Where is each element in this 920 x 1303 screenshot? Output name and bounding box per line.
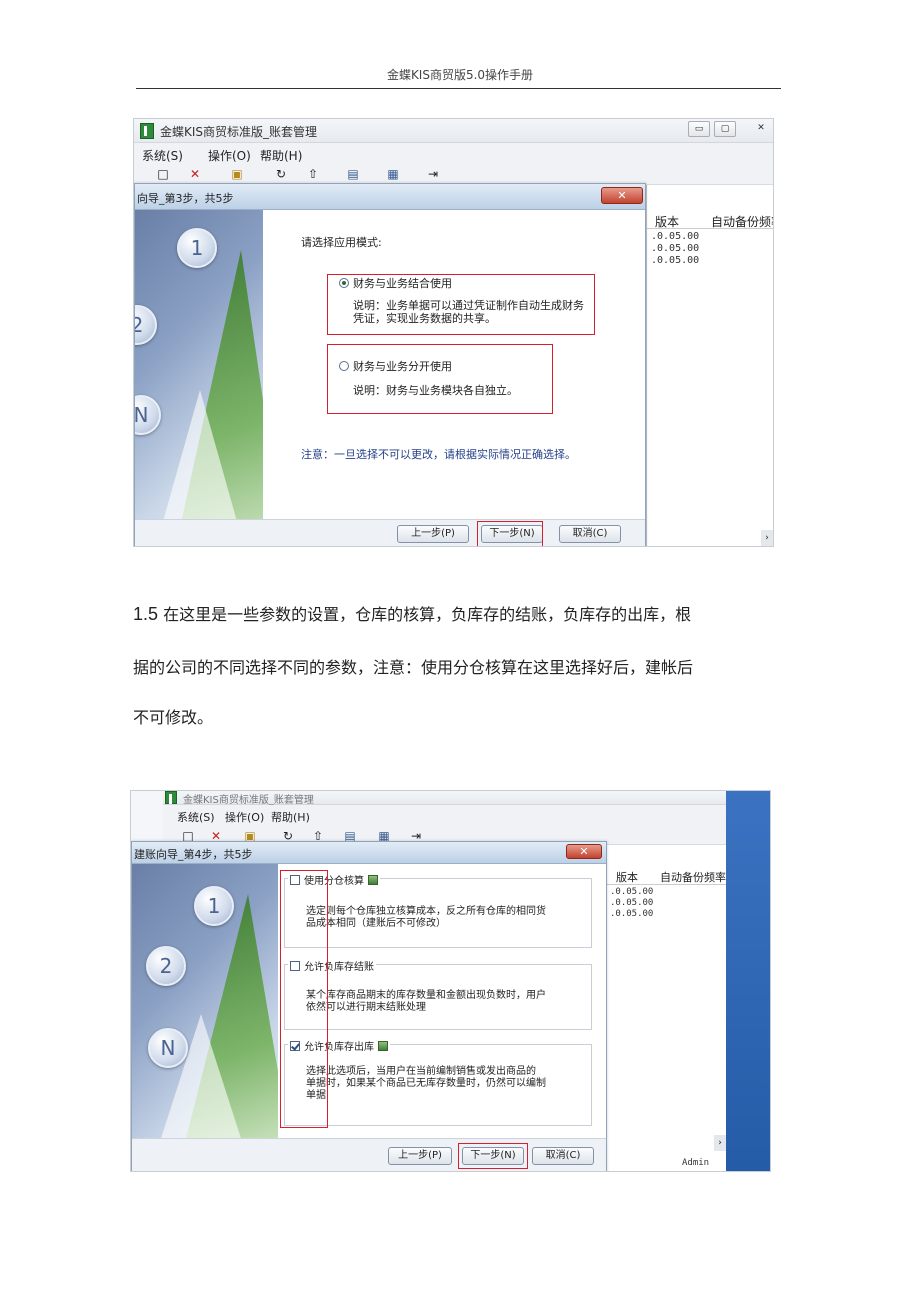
app-titlebar: 金蝶KIS商贸标准版_账套管理 ▭ ▢ ✕ <box>134 119 773 143</box>
menu-help[interactable]: 帮助(H) <box>271 809 310 825</box>
kingdee-logo-icon <box>140 123 154 139</box>
wizard-dialog: 向导_第3步，共5步 ✕ 1 2 N 请选择应用模式: 财务与业务结合使用 说明… <box>134 183 646 546</box>
delete-icon[interactable]: ✕ <box>188 167 202 181</box>
desktop-edge <box>131 791 163 845</box>
paragraph-line2: 据的公司的不同选择不同的参数，注意：使用分仓核算在这里选择好后，建帐后 <box>133 658 694 677</box>
highlight-option2 <box>327 344 553 414</box>
dialog-footer: 上一步(P) 下一步(N) 取消(C) <box>132 1138 606 1171</box>
list-header: 版本 自动备份频率 <box>606 869 726 885</box>
list-row[interactable]: .0.05.00 <box>651 255 699 266</box>
option-separate-label: 财务与业务分开使用 <box>353 360 452 373</box>
app-titlebar: 金蝶KIS商贸标准版_账套管理 <box>131 791 770 806</box>
backup-icon[interactable]: ▤ <box>346 167 360 181</box>
dialog-close-button[interactable]: ✕ <box>566 844 602 859</box>
highlight-next <box>477 521 543 546</box>
wizard-dialog: 建账向导_第4步，共5步 ✕ 1 2 N 使用分仓核算 选定则每个仓库独立核算成… <box>131 841 607 1171</box>
exit-icon[interactable]: ⇥ <box>426 167 440 181</box>
kingdee-logo-icon <box>165 791 177 804</box>
section-number: 1.5 <box>133 604 159 624</box>
scroll-right-icon[interactable]: › <box>761 530 773 546</box>
step-2-icon: 2 <box>146 946 186 986</box>
minimize-button[interactable]: ▭ <box>688 121 710 137</box>
app-title: 金蝶KIS商贸标准版_账套管理 <box>160 125 318 139</box>
close-button[interactable]: ✕ <box>750 121 772 137</box>
screenshot-step3: 金蝶KIS商贸标准版_账套管理 ▭ ▢ ✕ 系统(S) 操作(O) 帮助(H) … <box>133 118 774 547</box>
dialog-title: 向导_第3步，共5步 <box>137 192 234 205</box>
wizard-side-banner: 1 2 N <box>132 864 278 1144</box>
dialog-title: 建账向导_第4步，共5步 <box>134 848 253 861</box>
status-user: Admin <box>682 1158 710 1168</box>
highlight-next <box>458 1143 528 1169</box>
menu-bar: 系统(S) 操作(O) 帮助(H) <box>134 143 773 165</box>
step-2-icon: 2 <box>135 305 157 345</box>
maximize-button[interactable]: ▢ <box>714 121 736 137</box>
radio-separate[interactable] <box>339 361 349 371</box>
step-1-icon: 1 <box>177 228 217 268</box>
menu-system[interactable]: 系统(S) <box>177 809 215 825</box>
scroll-right-icon[interactable]: › <box>714 1135 726 1151</box>
new-icon[interactable]: □ <box>156 167 170 181</box>
column-version[interactable]: 版本 <box>655 213 679 230</box>
list-row[interactable]: .0.05.00 <box>610 887 653 897</box>
list-row[interactable]: .0.05.00 <box>651 231 699 242</box>
paragraph-text1: 在这里是一些参数的设置，仓库的核算，负库存的结账，负库存的出库，根 <box>163 605 692 624</box>
prev-button[interactable]: 上一步(P) <box>397 525 469 543</box>
list-row[interactable]: .0.05.00 <box>651 243 699 254</box>
dialog-titlebar: 向导_第3步，共5步 ✕ <box>135 184 645 210</box>
list-header: 版本 自动备份频率 <box>647 213 773 229</box>
highlight-checkboxes <box>280 870 328 1128</box>
info-icon <box>368 875 378 885</box>
app-title: 金蝶KIS商贸标准版_账套管理 <box>183 795 314 806</box>
option-integrated-desc2: 凭证，实现业务数据的共享。 <box>353 312 496 325</box>
document-header: 金蝶KIS商贸版5.0操作手册 <box>386 68 534 82</box>
cancel-button[interactable]: 取消(C) <box>532 1147 594 1165</box>
negative-outbound-desc2: 单据时，如果某个商品已无库存数量时，仍然可以编制 <box>306 1078 546 1089</box>
column-auto-backup[interactable]: 自动备份频率 <box>660 869 726 885</box>
menu-operation[interactable]: 操作(O) <box>225 809 264 825</box>
option-integrated[interactable]: 财务与业务结合使用 <box>339 275 452 291</box>
menu-help[interactable]: 帮助(H) <box>260 147 302 164</box>
desktop-background <box>726 791 770 1171</box>
paragraph-line1: 1.5 在这里是一些参数的设置，仓库的核算，负库存的结账，负库存的出库，根 <box>133 601 778 625</box>
screenshot-step4: 金蝶KIS商贸标准版_账套管理 系统(S) 操作(O) 帮助(H) □ ✕ ▣ … <box>130 790 771 1172</box>
restore-icon[interactable]: ▦ <box>386 167 400 181</box>
menu-operation[interactable]: 操作(O) <box>208 147 251 164</box>
toolbar: □ ✕ ▣ ↻ ⇧ ▤ ▦ ⇥ <box>134 165 773 185</box>
open-icon[interactable]: ▣ <box>230 167 244 181</box>
option-integrated-label: 财务与业务结合使用 <box>353 277 452 290</box>
mode-note: 注意：一旦选择不可以更改，请根据实际情况正确选择。 <box>301 448 576 461</box>
option-separate-desc: 说明：财务与业务模块各自独立。 <box>353 384 518 397</box>
header-rule <box>136 88 781 89</box>
list-row[interactable]: .0.05.00 <box>610 909 653 919</box>
up-icon[interactable]: ⇧ <box>306 167 320 181</box>
cancel-button[interactable]: 取消(C) <box>559 525 621 543</box>
account-list-panel: 版本 自动备份频率 .0.05.00 .0.05.00 .0.05.00 › <box>646 185 773 546</box>
info-icon <box>378 1041 388 1051</box>
prev-button[interactable]: 上一步(P) <box>388 1147 452 1165</box>
mode-prompt: 请选择应用模式: <box>301 236 382 249</box>
paragraph-line3: 不可修改。 <box>133 708 214 727</box>
radio-integrated[interactable] <box>339 278 349 288</box>
step-1-icon: 1 <box>194 886 234 926</box>
dialog-footer: 上一步(P) 下一步(N) 取消(C) <box>135 519 645 546</box>
column-auto-backup[interactable]: 自动备份频率 <box>711 213 773 230</box>
refresh-icon[interactable]: ↻ <box>274 167 288 181</box>
step-n-icon: N <box>148 1028 188 1068</box>
column-version[interactable]: 版本 <box>616 869 638 885</box>
option-separate[interactable]: 财务与业务分开使用 <box>339 358 452 374</box>
list-row[interactable]: .0.05.00 <box>610 898 653 908</box>
menu-bar: 系统(S) 操作(O) 帮助(H) <box>131 805 770 827</box>
dialog-titlebar: 建账向导_第4步，共5步 ✕ <box>132 842 606 864</box>
step-n-icon: N <box>135 395 161 435</box>
menu-system[interactable]: 系统(S) <box>142 147 183 164</box>
dialog-close-button[interactable]: ✕ <box>601 187 643 204</box>
account-list-panel: 版本 自动备份频率 .0.05.00 .0.05.00 .0.05.00 › A… <box>605 845 726 1171</box>
wizard-side-banner: 1 2 N <box>135 210 263 519</box>
